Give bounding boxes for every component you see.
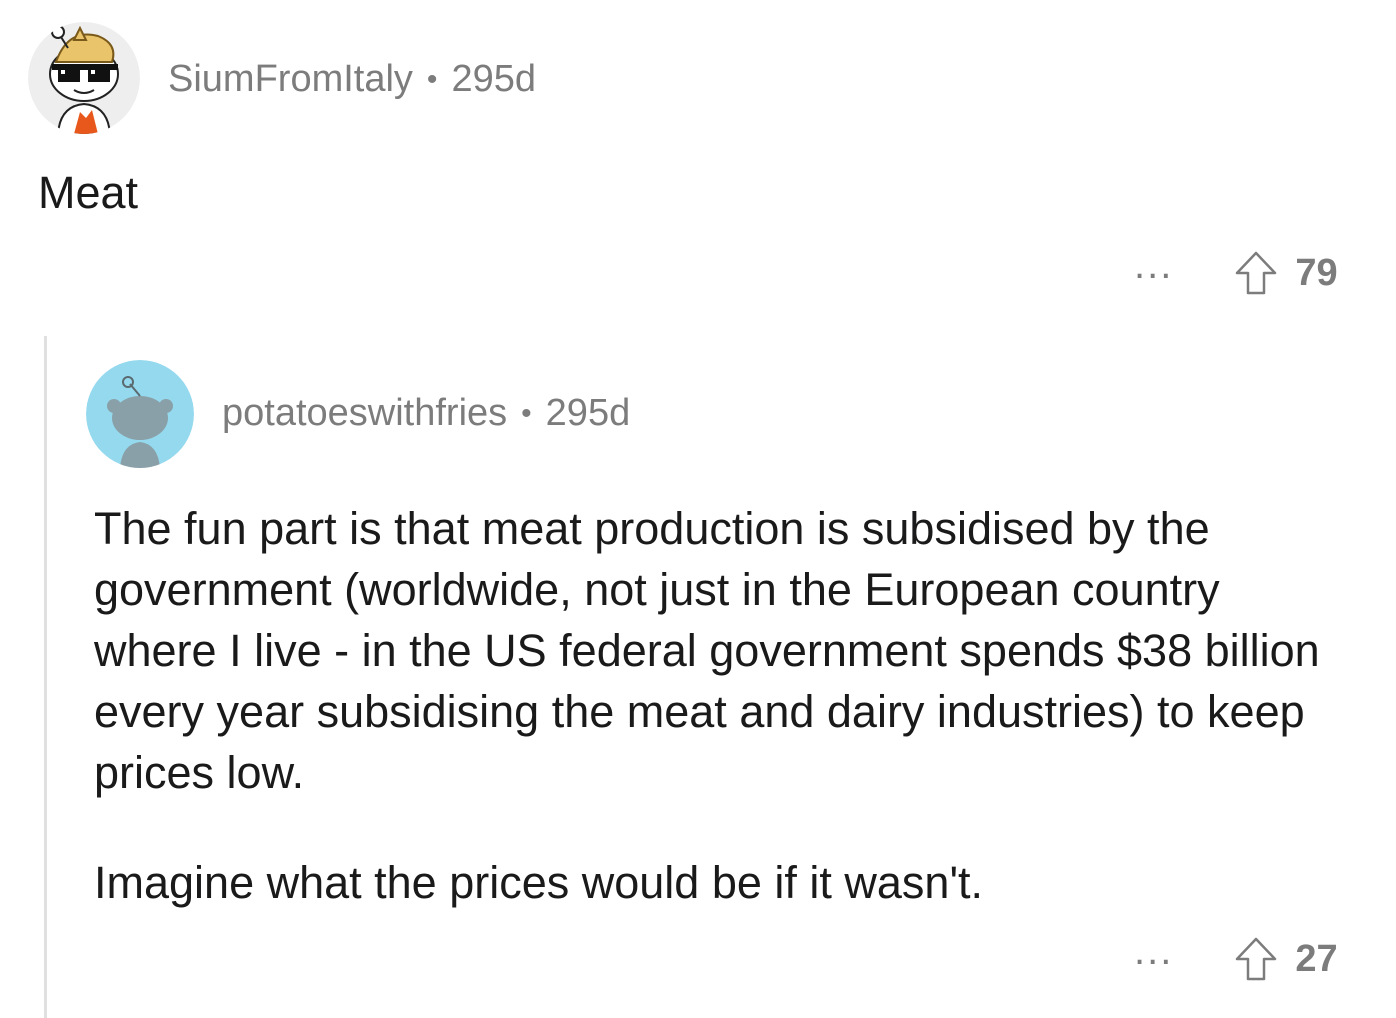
upvote-count: 27 [1295,937,1338,980]
more-options-button[interactable]: ... [1134,245,1173,285]
comment-age: 295d [545,392,631,434]
more-options-button[interactable]: ... [1134,931,1173,971]
upvote-group: 27 [1233,936,1338,982]
username-link[interactable]: SiumFromItaly [168,58,413,101]
snoo-sunglasses-avatar-icon [28,22,140,134]
comment-actions: ... 79 [1134,245,1338,296]
username-link[interactable]: potatoeswithfries [222,392,507,435]
comment-age: 295d [451,58,536,100]
avatar[interactable] [86,360,194,468]
avatar[interactable] [28,22,140,134]
comment-meta: potatoeswithfries • 295d [222,392,630,435]
meta-separator: • [521,396,532,430]
upvote-arrow-icon[interactable] [1233,936,1279,982]
comment-paragraph: The fun part is that meat production is … [94,503,1320,798]
thread-line[interactable] [44,336,47,1018]
comment-thread: SiumFromItaly • 295d Meat ... 79 potatoe… [0,0,1396,1018]
comment-actions: ... 27 [1134,931,1338,982]
upvote-arrow-icon[interactable] [1233,250,1279,296]
upvote-count: 79 [1295,251,1338,294]
comment-meta: SiumFromItaly • 295d [168,58,536,101]
comment-body: Meat [38,167,139,218]
comment-paragraph: Imagine what the prices would be if it w… [94,857,984,908]
meta-separator: • [426,62,438,96]
upvote-group: 79 [1233,250,1338,296]
snoo-default-avatar-icon [86,360,194,468]
